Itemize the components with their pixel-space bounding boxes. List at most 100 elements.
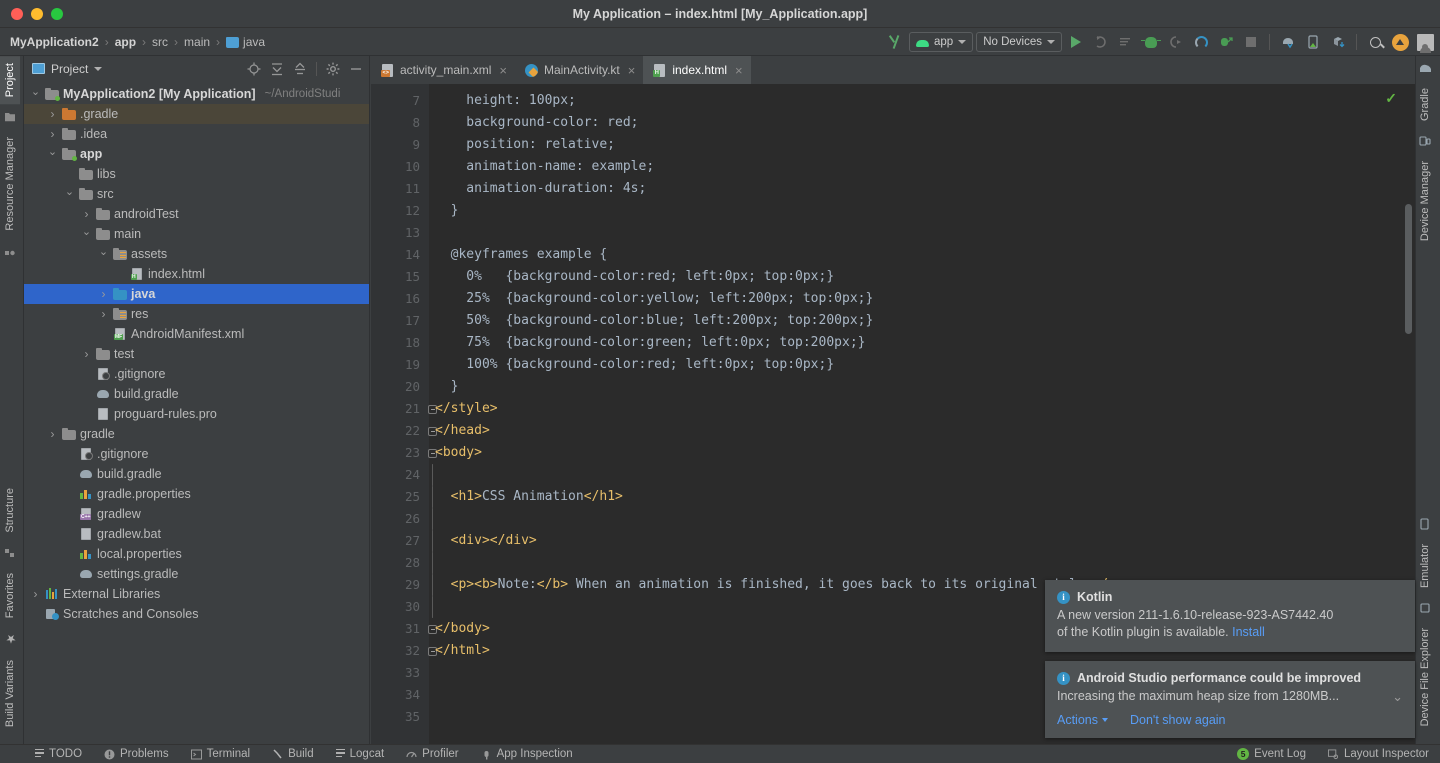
code-line[interactable]: background-color: red; xyxy=(429,112,1415,134)
tree-row[interactable]: ⌄main xyxy=(24,224,369,244)
tree-row[interactable]: settings.gradle xyxy=(24,564,369,584)
crosshair-target-icon[interactable] xyxy=(247,62,261,76)
status-bar-item[interactable]: Layout Inspector xyxy=(1317,748,1440,760)
chevron-down-icon[interactable] xyxy=(94,67,102,71)
editor-tab-bar[interactable]: <>activity_main.xml×MainActivity.kt×Hind… xyxy=(371,56,1415,84)
project-tree[interactable]: ⌄MyApplication2 [My Application]~/Androi… xyxy=(24,82,369,744)
tree-row[interactable]: ⌄assets xyxy=(24,244,369,264)
code-line[interactable] xyxy=(429,464,1415,486)
code-line[interactable]: 100% {background-color:red; left:0px; to… xyxy=(429,354,1415,376)
tree-row[interactable]: ›res xyxy=(24,304,369,324)
breadcrumb-item-project[interactable]: MyApplication2 xyxy=(10,35,99,49)
gear-icon[interactable] xyxy=(326,62,340,76)
editor-tab[interactable]: <>activity_main.xml× xyxy=(371,56,515,84)
chevron-right-icon[interactable]: › xyxy=(47,427,58,441)
chevron-down-icon[interactable]: ⌄ xyxy=(47,145,58,158)
project-panel-title-group[interactable]: Project xyxy=(32,62,102,76)
code-line[interactable]: position: relative; xyxy=(429,134,1415,156)
code-line[interactable]: 0% {background-color:red; left:0px; top:… xyxy=(429,266,1415,288)
code-line[interactable] xyxy=(429,222,1415,244)
code-line[interactable]: } xyxy=(429,200,1415,222)
status-bar-item[interactable]: Logcat xyxy=(325,748,396,760)
tree-row[interactable]: local.properties xyxy=(24,544,369,564)
device-download-icon[interactable] xyxy=(1327,31,1349,53)
inspection-status-icon[interactable]: ✓ xyxy=(1385,90,1397,107)
zoom-window-button[interactable] xyxy=(51,8,63,20)
status-bar-item[interactable]: Problems xyxy=(93,748,180,760)
notification-action-link[interactable]: Don't show again xyxy=(1130,713,1226,727)
tree-row[interactable]: ›java xyxy=(24,284,369,304)
chevron-right-icon[interactable]: › xyxy=(30,587,41,601)
tree-row[interactable]: proguard-rules.pro xyxy=(24,404,369,424)
tree-row[interactable]: ⌄app xyxy=(24,144,369,164)
code-line[interactable] xyxy=(429,508,1415,530)
code-line[interactable]: height: 100px; xyxy=(429,90,1415,112)
avatar-icon[interactable] xyxy=(1414,31,1436,53)
tree-row[interactable]: ›androidTest xyxy=(24,204,369,224)
tree-row[interactable]: libs xyxy=(24,164,369,184)
tree-row[interactable]: ⌄MyApplication2 [My Application]~/Androi… xyxy=(24,84,369,104)
tree-row[interactable]: .gitignore xyxy=(24,444,369,464)
run-button[interactable] xyxy=(1065,31,1087,53)
window-controls[interactable] xyxy=(0,8,63,20)
debug-button[interactable] xyxy=(1140,31,1162,53)
tree-row[interactable]: C++gradlew xyxy=(24,504,369,524)
status-bar-item[interactable]: Build xyxy=(261,748,325,760)
code-line[interactable] xyxy=(429,552,1415,574)
chevron-right-icon[interactable]: › xyxy=(47,127,58,141)
notification-popup[interactable]: iKotlinA new version 211-1.6.10-release-… xyxy=(1045,580,1415,652)
apply-code-changes-icon[interactable] xyxy=(1115,31,1137,53)
close-icon[interactable]: × xyxy=(735,63,743,78)
tree-row[interactable]: ›test xyxy=(24,344,369,364)
sidebar-item-gradle[interactable]: Gradle xyxy=(1415,81,1435,128)
tree-row[interactable]: build.gradle xyxy=(24,464,369,484)
tree-row[interactable]: gradle.properties xyxy=(24,484,369,504)
close-icon[interactable]: × xyxy=(628,63,636,78)
code-line[interactable]: } xyxy=(429,376,1415,398)
status-bar-item[interactable]: 5Event Log xyxy=(1226,748,1317,760)
chevron-right-icon[interactable]: › xyxy=(81,347,92,361)
sidebar-item-device-file-explorer[interactable]: Device File Explorer xyxy=(1415,621,1435,733)
tree-row[interactable]: Hindex.html xyxy=(24,264,369,284)
chevron-right-icon[interactable]: › xyxy=(98,287,109,301)
sidebar-item-favorites[interactable]: Favorites xyxy=(0,566,20,625)
chevron-down-icon[interactable]: ⌄ xyxy=(30,85,41,98)
sidebar-item-resource-manager[interactable]: Resource Manager xyxy=(0,130,20,238)
device-selector[interactable]: No Devices xyxy=(976,32,1062,52)
collapse-all-icon[interactable] xyxy=(293,62,307,76)
tree-row[interactable]: ⌄src xyxy=(24,184,369,204)
breadcrumb-item-main[interactable]: main xyxy=(184,35,210,49)
chevron-right-icon[interactable]: › xyxy=(81,207,92,221)
close-icon[interactable]: × xyxy=(499,63,507,78)
chevron-down-icon[interactable]: ⌄ xyxy=(98,245,109,258)
chevron-down-icon[interactable]: ⌄ xyxy=(64,185,75,198)
build-hammer-icon[interactable] xyxy=(884,31,906,53)
editor-vertical-scrollbar[interactable] xyxy=(1405,204,1412,334)
apply-changes-icon[interactable] xyxy=(1090,31,1112,53)
search-icon[interactable] xyxy=(1364,31,1386,53)
code-line[interactable]: animation-name: example; xyxy=(429,156,1415,178)
status-bar-item[interactable]: TODO xyxy=(24,748,93,760)
status-bar-item[interactable]: Terminal xyxy=(180,748,261,760)
line-number-gutter[interactable]: 7891011121314151617181920212223242526272… xyxy=(371,84,429,744)
tree-row[interactable]: ›gradle xyxy=(24,424,369,444)
tree-row[interactable]: ›.gradle xyxy=(24,104,369,124)
minimize-icon[interactable] xyxy=(349,62,363,76)
code-line[interactable]: animation-duration: 4s; xyxy=(429,178,1415,200)
code-line[interactable]: <div></div> xyxy=(429,530,1415,552)
code-line[interactable]: 75% {background-color:green; left:0px; t… xyxy=(429,332,1415,354)
sidebar-item-emulator[interactable]: Emulator xyxy=(1415,537,1435,595)
code-line[interactable]: @keyframes example { xyxy=(429,244,1415,266)
sidebar-item-device-manager[interactable]: Device Manager xyxy=(1415,154,1435,248)
breadcrumb-item-src[interactable]: src xyxy=(152,35,168,49)
sidebar-item-project[interactable]: Project xyxy=(0,56,20,104)
sidebar-item-structure[interactable]: Structure xyxy=(0,481,20,540)
update-arrow-icon[interactable] xyxy=(1389,31,1411,53)
tree-row[interactable]: MFAndroidManifest.xml xyxy=(24,324,369,344)
notification-popup[interactable]: iAndroid Studio performance could be imp… xyxy=(1045,661,1415,738)
tree-row[interactable]: .gitignore xyxy=(24,364,369,384)
code-line[interactable]: <body> xyxy=(429,442,1415,464)
breadcrumb-item-app[interactable]: app xyxy=(115,35,136,49)
chevron-down-icon[interactable]: ⌄ xyxy=(1392,688,1403,705)
code-line[interactable]: <h1>CSS Animation</h1> xyxy=(429,486,1415,508)
